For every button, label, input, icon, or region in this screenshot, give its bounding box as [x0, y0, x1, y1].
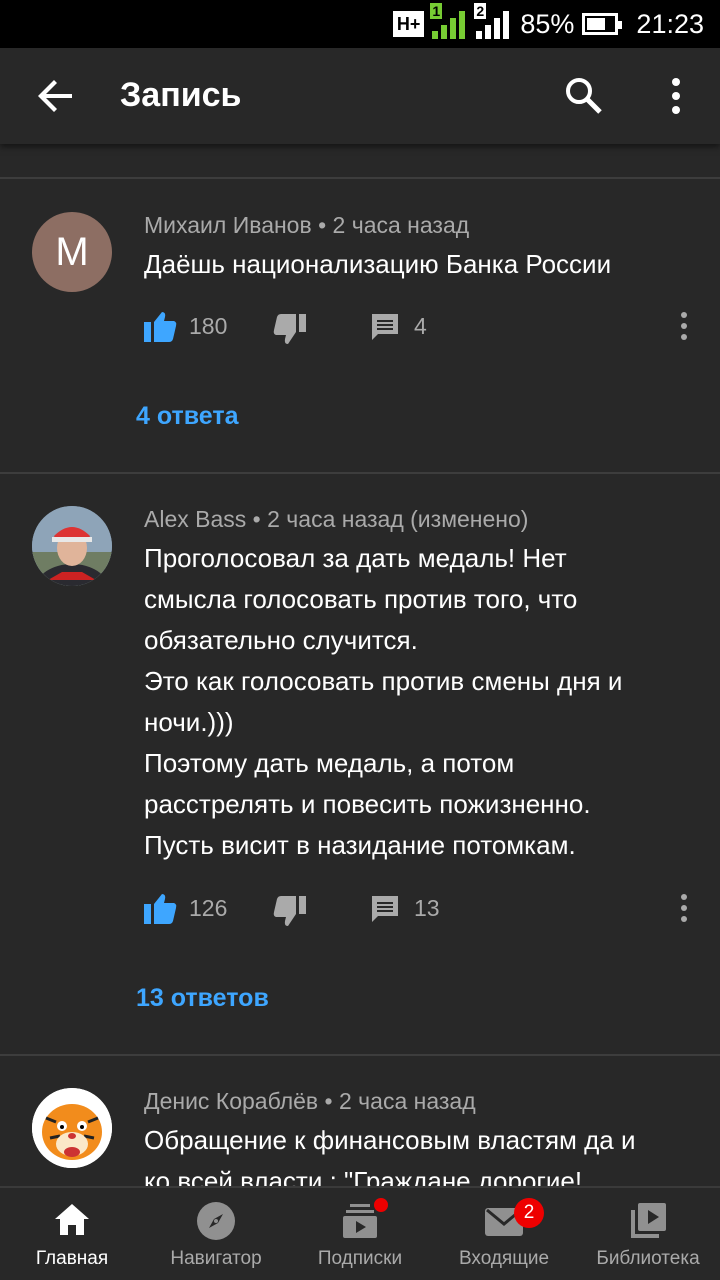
clock: 21:23 [636, 8, 704, 39]
comment-author[interactable]: Денис Кораблёв [144, 1088, 318, 1114]
sim2-label: 2 [474, 3, 487, 19]
comment-text: Обращение к финансовым властям да и ко в… [144, 1120, 694, 1186]
signal-sim1-icon: 1 [430, 3, 468, 39]
search-icon[interactable] [560, 72, 608, 120]
edited-label: (изменено) [410, 506, 529, 532]
comment-line: Обращение к финансовым властям да и [144, 1125, 636, 1155]
reply-button[interactable]: 13 [370, 888, 440, 928]
comment-line: Поэтому дать медаль, а потом [144, 748, 515, 778]
comment-meta: Alex Bass • 2 часа назад (изменено) [144, 506, 528, 533]
meta-separator: • [324, 1088, 339, 1114]
comment-meta: Денис Кораблёв • 2 часа назад [144, 1088, 476, 1115]
comment-line: ночи.))) [144, 707, 234, 737]
page-title: Запись [120, 76, 242, 114]
comment-line: ко всей власти : "Граждане дорогие! [144, 1166, 583, 1186]
comment-item: Alex Bass • 2 часа назад (изменено) Прог… [0, 474, 720, 1054]
nav-inbox[interactable]: 2 Входящие [432, 1188, 576, 1280]
tigger-avatar-icon [32, 1088, 112, 1168]
nav-label: Библиотека [596, 1248, 700, 1269]
library-icon [631, 1203, 666, 1238]
more-vert-icon[interactable] [652, 72, 700, 120]
reply-count: 4 [414, 312, 427, 339]
comment-item: M Михаил Иванов • 2 часа назад Даёшь нац… [0, 180, 720, 472]
bottom-navigation: Главная Навигатор Подписки 2 Входящие Би… [0, 1186, 720, 1280]
comment-line: Это как голосовать против смены дня и [144, 666, 623, 696]
comment-icon [372, 896, 398, 922]
sim1-label: 1 [430, 3, 443, 19]
like-count: 126 [189, 894, 228, 921]
comment-line: Проголосовал за дать медаль! Нет [144, 543, 567, 573]
battery-icon [582, 13, 623, 35]
divider [0, 177, 720, 179]
avatar[interactable]: M [32, 212, 112, 292]
nav-label: Входящие [458, 1248, 550, 1269]
comment-text: Даёшь национализацию Банка России [144, 249, 612, 279]
comment-actions: 180 4 [144, 306, 704, 346]
notification-dot [374, 1198, 388, 1212]
battery-percent: 85% [520, 8, 575, 39]
comment-actions: 126 13 [144, 888, 704, 928]
comment-time: 2 часа назад [339, 1088, 476, 1114]
comment-text: Проголосовал за дать медаль! Нет смысла … [144, 538, 694, 866]
like-count: 180 [189, 312, 228, 339]
thumb-down-icon [273, 314, 306, 344]
comment-line: смысла голосовать против того, что [144, 584, 578, 614]
reply-count: 13 [414, 894, 440, 921]
comment-menu-icon[interactable] [664, 306, 704, 346]
nav-label: Навигатор [170, 1248, 262, 1269]
like-button[interactable]: 126 [144, 888, 227, 928]
app-bar: Запись [0, 48, 720, 144]
comment-icon [372, 314, 398, 340]
comment-menu-icon[interactable] [664, 888, 704, 928]
nav-label: Подписки [317, 1248, 403, 1269]
comment-line: Пусть висит в назидание потомкам. [144, 830, 576, 860]
comment-author[interactable]: Михаил Иванов [144, 212, 312, 238]
avatar[interactable] [32, 506, 112, 586]
back-arrow-icon[interactable] [28, 72, 84, 120]
nav-label: Главная [35, 1248, 109, 1269]
view-replies-link[interactable]: 13 ответов [136, 984, 269, 1013]
user-photo-icon [32, 506, 112, 586]
avatar[interactable] [32, 1088, 112, 1168]
home-icon [55, 1204, 89, 1235]
dislike-button[interactable] [272, 888, 306, 928]
comment-time: 2 часа назад [267, 506, 404, 532]
compass-icon [197, 1202, 235, 1240]
meta-separator: • [252, 506, 268, 532]
thumb-up-icon [144, 312, 177, 342]
comment-meta: Михаил Иванов • 2 часа назад [144, 212, 469, 239]
nav-subscriptions[interactable]: Подписки [288, 1188, 432, 1280]
comment-line: обязательно случится. [144, 625, 418, 655]
status-bar: H+ 1 2 85% 21:23 [0, 0, 720, 48]
dislike-button[interactable] [272, 306, 306, 346]
network-type-indicator: H+ [392, 11, 425, 37]
nav-explore[interactable]: Навигатор [144, 1188, 288, 1280]
comment-author[interactable]: Alex Bass [144, 506, 246, 532]
thumb-down-icon [273, 896, 306, 926]
comment-item: Денис Кораблёв • 2 часа назад Обращение … [0, 1056, 720, 1186]
like-button[interactable]: 180 [144, 306, 227, 346]
reply-button[interactable]: 4 [370, 306, 427, 346]
nav-library[interactable]: Библиотека [576, 1188, 720, 1280]
comment-time: 2 часа назад [332, 212, 470, 238]
inbox-badge: 2 [514, 1198, 544, 1228]
avatar-letter: M [55, 229, 89, 274]
view-replies-link[interactable]: 4 ответа [136, 402, 239, 431]
nav-home[interactable]: Главная [0, 1188, 144, 1280]
meta-separator: • [318, 212, 333, 238]
comment-line: расстрелять и повесить пожизненно. [144, 789, 591, 819]
thumb-up-icon [144, 894, 177, 924]
signal-sim2-icon: 2 [474, 3, 512, 39]
